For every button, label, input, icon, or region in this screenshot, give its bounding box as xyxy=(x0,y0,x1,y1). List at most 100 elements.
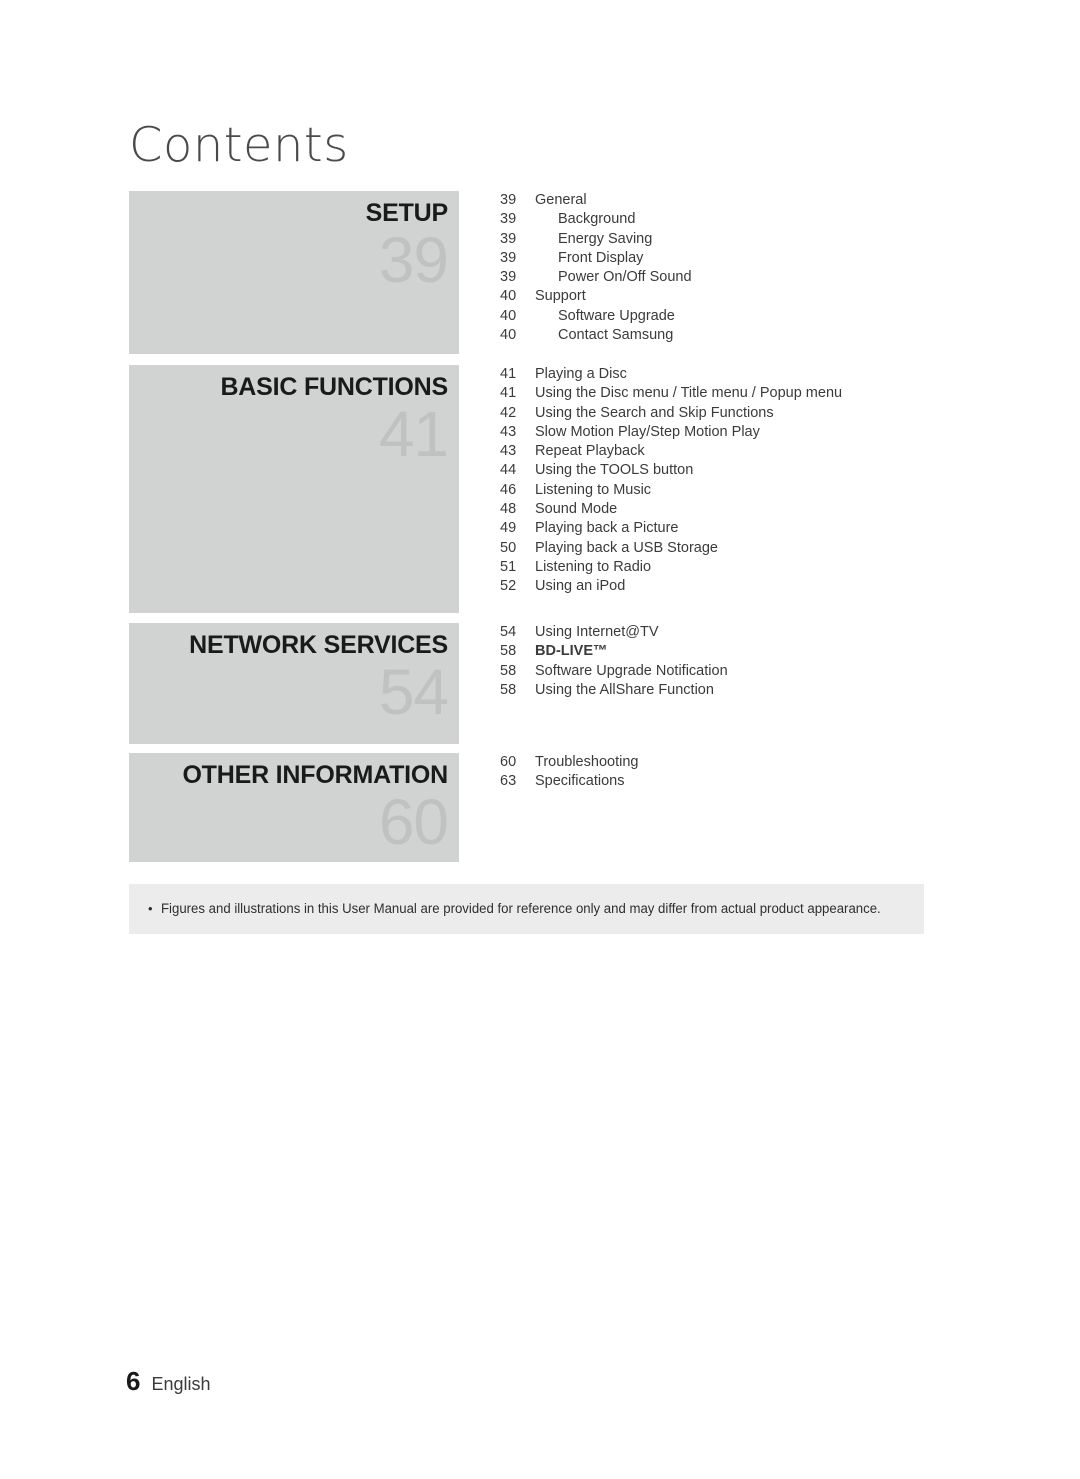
toc-entry[interactable]: 49 Playing back a Picture xyxy=(500,519,924,538)
page-footer: 6 English xyxy=(126,1366,211,1399)
toc-entry[interactable]: 58 BD-LIVE™ xyxy=(500,642,924,661)
toc-entry[interactable]: 41 Playing a Disc xyxy=(500,365,924,384)
toc-entry[interactable]: 58 Software Upgrade Notification xyxy=(500,662,924,681)
toc-entry-label: Support xyxy=(535,288,586,305)
toc-entry-page: 39 xyxy=(500,230,517,247)
footer-page-number: 6 xyxy=(126,1366,141,1396)
toc-entry[interactable]: 63 Specifications xyxy=(500,772,924,791)
toc-entry[interactable]: 51 Listening to Radio xyxy=(500,558,924,577)
toc-entry-page: 39 xyxy=(500,192,517,208)
toc-entry-label: Using the AllShare Function xyxy=(535,681,714,698)
toc-entry-label: General xyxy=(535,192,587,208)
toc-entry[interactable]: 48 Sound Mode xyxy=(500,500,924,519)
toc-entry-label: Sound Mode xyxy=(535,501,618,518)
section-panel[interactable]: SETUP 39 xyxy=(129,191,459,354)
toc-list: 41 Playing a Disc 41 Using the Disc menu / … xyxy=(500,365,924,597)
toc-list: 39 General 39 Background 39 Energy Saving 39 Fr… xyxy=(500,191,924,345)
toc-entry-page: 41 xyxy=(500,366,517,382)
toc-entry[interactable]: 44 Using the TOOLS button xyxy=(500,461,924,480)
toc-entry-label: BD-LIVE™ xyxy=(535,643,608,660)
toc-entry-label: Software Upgrade Notification xyxy=(535,662,728,679)
toc-entry-page: 51 xyxy=(500,558,517,575)
bullet-icon: • xyxy=(148,901,153,916)
section-panel[interactable]: BASIC FUNCTIONS 41 xyxy=(129,365,459,613)
toc-entry-label: Playing back a USB Storage xyxy=(535,539,718,556)
reference-note: • Figures and illustrations in this User… xyxy=(148,900,914,918)
toc-entry-page: 40 xyxy=(500,327,517,344)
toc-entry[interactable]: 60 Troubleshooting xyxy=(500,753,924,772)
toc-entry-page: 39 xyxy=(500,249,517,266)
toc-entry[interactable]: 46 Listening to Music xyxy=(500,481,924,500)
toc-entry-page: 43 xyxy=(500,423,517,440)
section-panel-page-number: 39 xyxy=(378,224,449,296)
toc-entry[interactable]: 39 Background xyxy=(500,210,924,229)
contents-body: SETUP 39 39 General 39 Background 39 Energy Sav… xyxy=(129,191,924,862)
toc-entry-label: Power On/Off Sound xyxy=(558,269,692,286)
toc-entry-label: Troubleshooting xyxy=(535,754,639,770)
manual-contents-page: Contents SETUP 39 39 General 39 Background 39 E… xyxy=(0,0,1080,1479)
toc-entry-label: Slow Motion Play/Step Motion Play xyxy=(535,423,760,440)
toc-entry-label: Using the Search and Skip Functions xyxy=(535,404,774,421)
toc-entry-label: Using the Disc menu / Title menu / Popup… xyxy=(535,385,843,402)
toc-entry-label: Playing back a Picture xyxy=(535,520,679,537)
toc-entry-page: 52 xyxy=(500,578,517,595)
toc-entry[interactable]: 41 Using the Disc menu / Title menu / Pop… xyxy=(500,384,924,403)
toc-entry[interactable]: 40 Contact Samsung xyxy=(500,326,924,345)
section-panel[interactable]: OTHER INFORMATION 60 xyxy=(129,753,459,862)
toc-entry[interactable]: 39 Front Display xyxy=(500,249,924,268)
toc-entry[interactable]: 52 Using an iPod xyxy=(500,577,924,596)
toc-entry-label: Specifications xyxy=(535,773,625,790)
toc-entry[interactable]: 39 Power On/Off Sound xyxy=(500,268,924,287)
reference-note-box: • Figures and illustrations in this User… xyxy=(129,884,924,934)
toc-entry[interactable]: 39 Energy Saving xyxy=(500,230,924,249)
toc-entry-page: 50 xyxy=(500,539,517,556)
toc-entry-label: Software Upgrade xyxy=(558,307,675,324)
toc-entry-page: 40 xyxy=(500,307,517,324)
reference-note-text: Figures and illustrations in this User M… xyxy=(161,901,881,916)
toc-entry-page: 43 xyxy=(500,443,517,460)
toc-entry-label: Front Display xyxy=(558,249,644,266)
section-panel-page-number: 54 xyxy=(378,656,449,728)
toc-entry-label: Listening to Music xyxy=(535,481,652,498)
toc-entry[interactable]: 43 Repeat Playback xyxy=(500,442,924,461)
toc-entry[interactable]: 42 Using the Search and Skip Functions xyxy=(500,404,924,423)
contents-section: BASIC FUNCTIONS 41 41 Playing a Disc 41 Using… xyxy=(129,365,924,613)
toc-entry-page: 39 xyxy=(500,211,517,228)
toc-entry-page: 54 xyxy=(500,624,517,640)
toc-entry-page: 60 xyxy=(500,754,517,770)
contents-section: OTHER INFORMATION 60 60 Troubleshooting 63 Sp… xyxy=(129,753,924,862)
toc-entry-label: Contact Samsung xyxy=(558,327,674,344)
page-title: Contents xyxy=(129,118,349,173)
contents-section: SETUP 39 39 General 39 Background 39 Energy Sav… xyxy=(129,191,924,354)
toc-entry-page: 48 xyxy=(500,501,517,518)
section-panel-page-number: 41 xyxy=(378,398,449,470)
toc-entry-label: Background xyxy=(558,211,636,228)
section-panel[interactable]: NETWORK SERVICES 54 xyxy=(129,623,459,744)
footer-language: English xyxy=(151,1374,211,1394)
toc-entry[interactable]: 39 General xyxy=(500,191,924,210)
toc-entry[interactable]: 54 Using Internet@TV xyxy=(500,623,924,642)
toc-entry-label: Using an iPod xyxy=(535,578,626,595)
toc-entry-page: 49 xyxy=(500,520,517,537)
toc-entry-label: Listening to Radio xyxy=(535,558,652,575)
toc-entry-page: 44 xyxy=(500,462,517,479)
toc-entry-page: 42 xyxy=(500,404,517,421)
section-panel-page-number: 60 xyxy=(378,786,449,858)
toc-entry-page: 58 xyxy=(500,662,517,679)
toc-entry-page: 58 xyxy=(500,643,517,660)
toc-entry[interactable]: 50 Playing back a USB Storage xyxy=(500,539,924,558)
toc-entry-label: Using Internet@TV xyxy=(535,624,659,640)
toc-entry[interactable]: 58 Using the AllShare Function xyxy=(500,681,924,700)
toc-entry-label: Playing a Disc xyxy=(535,366,627,382)
toc-entry[interactable]: 40 Support xyxy=(500,287,924,306)
toc-entry-page: 46 xyxy=(500,481,517,498)
toc-list: 60 Troubleshooting 63 Specifications xyxy=(500,753,924,792)
toc-entry-page: 39 xyxy=(500,269,517,286)
toc-entry-label: Energy Saving xyxy=(558,230,653,247)
toc-entry[interactable]: 43 Slow Motion Play/Step Motion Play xyxy=(500,423,924,442)
toc-entry[interactable]: 40 Software Upgrade xyxy=(500,307,924,326)
toc-entry-label: Using the TOOLS button xyxy=(535,462,694,479)
toc-entry-page: 41 xyxy=(500,385,517,402)
toc-entry-page: 40 xyxy=(500,288,517,305)
toc-entry-page: 58 xyxy=(500,681,517,698)
